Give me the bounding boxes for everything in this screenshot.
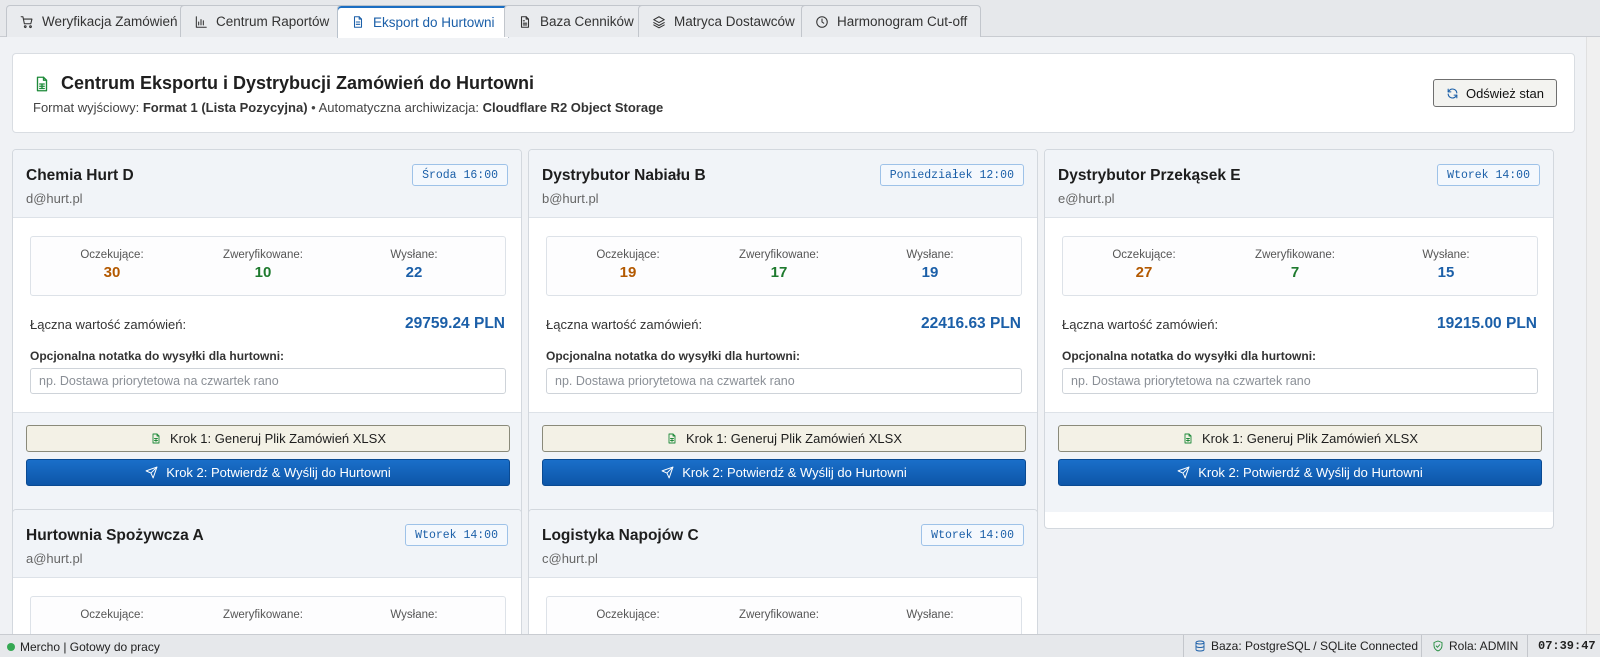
layers-icon: [653, 15, 665, 28]
wholesaler-email: e@hurt.pl: [1058, 191, 1115, 206]
archive-target-value: Cloudflare R2 Object Storage: [482, 100, 664, 115]
status-bar: Mercho | Gotowy do pracy Baza: PostgreSQ…: [0, 634, 1600, 657]
cutoff-badge: Wtorek 14:00: [1437, 164, 1540, 186]
tab-label: Eksport do Hurtowni: [373, 14, 495, 30]
tab-label: Centrum Raportów: [216, 14, 330, 29]
shipping-note-input[interactable]: [1062, 368, 1538, 394]
refresh-icon: [1447, 88, 1458, 98]
clock-icon: [816, 15, 828, 28]
order-stats: Oczekujące: Zweryfikowane: Wysłane:: [546, 596, 1022, 634]
tab-wholesale-export[interactable]: Eksport do Hurtowni: [337, 5, 509, 38]
page-title: Centrum Eksportu i Dystrybucji Zamówień …: [33, 73, 534, 94]
shipping-note-input[interactable]: [546, 368, 1022, 394]
order-stats: Oczekujące: 27 Zweryfikowane: 7 Wysłane: 15: [1062, 236, 1538, 296]
wholesaler-name: Logistyka Napojów C: [542, 527, 699, 544]
send-to-wholesaler-button[interactable]: Krok 2: Potwierdź & Wyślij do Hurtowni: [1058, 459, 1542, 486]
total-value: 29759.24 PLN: [405, 315, 505, 332]
tab-label: Matryca Dostawców: [674, 14, 795, 29]
shipping-note-input[interactable]: [30, 368, 506, 394]
tab-supplier-matrix[interactable]: Matryca Dostawców: [638, 5, 809, 37]
spreadsheet-file-icon: [152, 433, 160, 444]
app-status: Mercho | Gotowy do pracy: [7, 640, 160, 654]
total-value: 19215.00 PLN: [1437, 315, 1537, 332]
verified-count: 17: [770, 264, 788, 281]
verified-count: 7: [1290, 264, 1300, 281]
wholesaler-card: Dystrybutor Nabiału B b@hurt.pl Poniedzi…: [528, 149, 1038, 529]
bar-chart-icon: [195, 15, 207, 28]
vertical-scrollbar[interactable]: [1586, 37, 1600, 634]
sent-count: 15: [1437, 264, 1455, 281]
wholesaler-email: b@hurt.pl: [542, 191, 599, 206]
sent-count: 22: [405, 264, 423, 281]
tab-cutoff-schedule[interactable]: Harmonogram Cut-off: [801, 5, 982, 37]
export-subtitle: Format wyjściowy: Format 1 (Lista Pozycy…: [33, 100, 664, 115]
output-format-value: Format 1 (Lista Pozycyjna): [142, 100, 308, 115]
cutoff-badge: Wtorek 14:00: [921, 524, 1024, 546]
file-text-icon: [520, 15, 530, 28]
generate-xlsx-button[interactable]: Krok 1: Generuj Plik Zamówień XLSX: [1058, 425, 1542, 452]
database-icon: [1195, 640, 1205, 652]
order-stats: Oczekujące: Zweryfikowane: Wysłane:: [30, 596, 506, 634]
total-value: 22416.63 PLN: [921, 315, 1021, 332]
send-icon: [145, 466, 158, 479]
shield-check-icon: [1433, 640, 1443, 652]
cutoff-badge: Środa 16:00: [412, 164, 508, 186]
note-label: Opcjonalna notatka do wysyłki dla hurtow…: [546, 349, 801, 363]
wholesaler-card: Hurtownia Spożywcza A a@hurt.pl Wtorek 1…: [12, 509, 522, 634]
wholesaler-card: Logistyka Napojów C c@hurt.pl Wtorek 14:…: [528, 509, 1038, 634]
cutoff-badge: Wtorek 14:00: [405, 524, 508, 546]
spreadsheet-file-icon: [668, 433, 676, 444]
wholesaler-name: Dystrybutor Przekąsek E: [1058, 167, 1241, 184]
tab-label: Weryfikacja Zamówień: [42, 14, 178, 29]
wholesaler-email: c@hurt.pl: [542, 551, 598, 566]
wholesaler-name: Hurtownia Spożywcza A: [26, 527, 204, 544]
generate-xlsx-button[interactable]: Krok 1: Generuj Plik Zamówień XLSX: [542, 425, 1026, 452]
send-to-wholesaler-button[interactable]: Krok 2: Potwierdź & Wyślij do Hurtowni: [26, 459, 510, 486]
tab-label: Harmonogram Cut-off: [837, 14, 968, 29]
tab-order-verification[interactable]: Weryfikacja Zamówień: [6, 5, 192, 37]
spreadsheet-file-icon: [1184, 433, 1192, 444]
file-icon: [353, 16, 363, 28]
verified-count: 10: [254, 264, 272, 281]
pending-count: 19: [619, 264, 637, 281]
tab-bar: Weryfikacja Zamówień Centrum Raportów Ek…: [0, 0, 1600, 38]
refresh-button[interactable]: Odśwież stan: [1432, 79, 1557, 107]
wholesaler-name: Chemia Hurt D: [26, 167, 134, 184]
export-header-panel: Centrum Eksportu i Dystrybucji Zamówień …: [12, 53, 1575, 133]
wholesaler-email: a@hurt.pl: [26, 551, 83, 566]
role-status: Rola: ADMIN: [1421, 635, 1518, 657]
pending-count: 30: [103, 264, 121, 281]
main-content: Centrum Eksportu i Dystrybucji Zamówień …: [0, 37, 1600, 634]
pending-count: 27: [1135, 264, 1153, 281]
order-stats: Oczekujące: 30 Zweryfikowane: 10 Wysłane: 2…: [30, 236, 506, 296]
tab-label: Baza Cenników: [540, 14, 634, 29]
sent-count: 19: [921, 264, 939, 281]
send-to-wholesaler-button[interactable]: Krok 2: Potwierdź & Wyślij do Hurtowni: [542, 459, 1026, 486]
spreadsheet-file-icon: [36, 76, 48, 91]
cutoff-badge: Poniedziałek 12:00: [879, 164, 1024, 186]
status-dot-icon: [7, 643, 15, 651]
note-label: Opcjonalna notatka do wysyłki dla hurtow…: [1062, 349, 1317, 363]
note-label: Opcjonalna notatka do wysyłki dla hurtow…: [30, 349, 285, 363]
wholesaler-name: Dystrybutor Nabiału B: [542, 167, 706, 184]
tab-price-lists[interactable]: Baza Cenników: [504, 5, 648, 37]
total-label: Łączna wartość zamówień:: [546, 317, 703, 332]
cart-icon: [20, 15, 33, 28]
send-icon: [661, 466, 674, 479]
total-label: Łączna wartość zamówień:: [30, 317, 187, 332]
wholesaler-email: d@hurt.pl: [26, 191, 83, 206]
send-icon: [1177, 466, 1190, 479]
order-stats: Oczekujące: 19 Zweryfikowane: 17 Wysłane: 1…: [546, 236, 1022, 296]
total-label: Łączna wartość zamówień:: [1062, 317, 1219, 332]
wholesaler-card: Dystrybutor Przekąsek E e@hurt.pl Wtorek…: [1044, 149, 1554, 529]
clock-status: 07:39:47: [1527, 635, 1596, 657]
generate-xlsx-button[interactable]: Krok 1: Generuj Plik Zamówień XLSX: [26, 425, 510, 452]
wholesaler-card: Chemia Hurt D d@hurt.pl Środa 16:00 Ocze…: [12, 149, 522, 529]
tab-report-center[interactable]: Centrum Raportów: [180, 5, 344, 37]
db-status: Baza: PostgreSQL / SQLite Connected: [1183, 635, 1418, 657]
